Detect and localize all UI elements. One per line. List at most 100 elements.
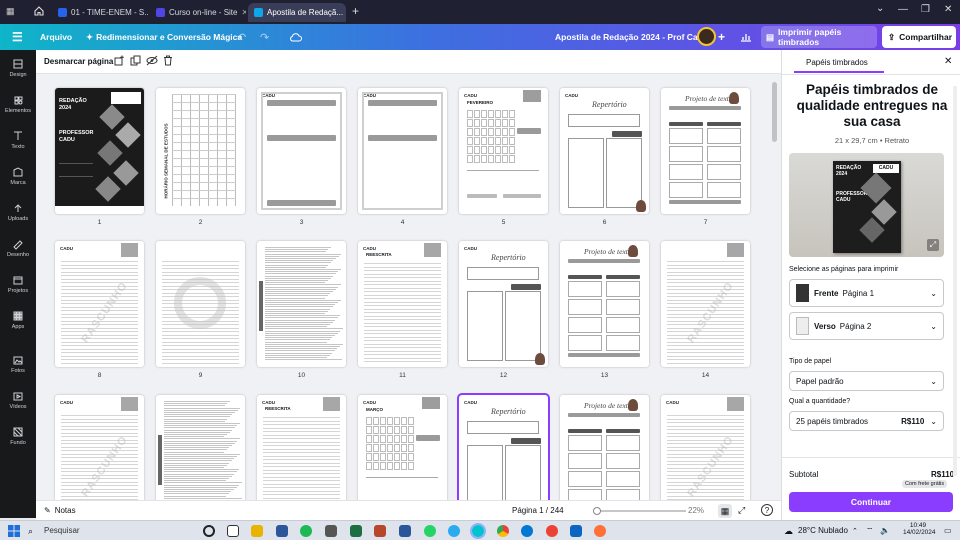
network-icon[interactable]: ⌔ (866, 526, 874, 536)
undo-icon[interactable]: ↶ (237, 24, 246, 50)
page-thumbnail[interactable]: HORÁRIO SEMANAL DE ESTUDOS (156, 88, 245, 214)
quantity-select[interactable]: 25 papéis timbrados R$110 ⌄ (789, 411, 944, 431)
page-thumbnail[interactable]: RASCUNHO (661, 241, 750, 367)
document-title[interactable]: Apostila de Redação 2024 - Prof Cadu (555, 24, 708, 50)
zoom-slider[interactable] (593, 507, 686, 515)
deselect-page-button[interactable]: Desmarcar página (44, 57, 113, 66)
rail-item-text[interactable]: Texto (0, 130, 36, 150)
page-thumbnail[interactable]: CADU REESCRITA (257, 395, 346, 500)
page-thumbnail[interactable]: CADU RASCUNHO (55, 241, 144, 367)
volume-icon[interactable]: 🔈 (880, 526, 890, 535)
duplicate-page-icon[interactable] (130, 55, 141, 69)
browser-tab-2[interactable]: Curso on-line - Site ✕ (150, 3, 246, 22)
print-button[interactable]: ▤ Imprimir papéis timbrados (761, 26, 877, 48)
scrollbar[interactable] (953, 86, 957, 476)
page-thumbnail[interactable]: CADU RASCUNHO (55, 395, 144, 500)
file-explorer-icon[interactable] (251, 525, 263, 537)
continue-button[interactable]: Continuar (789, 492, 953, 512)
maximize-icon[interactable]: ❐ (921, 4, 930, 15)
close-icon[interactable]: ✕ (241, 8, 246, 17)
edge-icon[interactable] (521, 525, 533, 537)
page-thumbnail[interactable]: CADU (358, 88, 447, 214)
magic-resize-button[interactable]: ✦ Redimensionar e Conversão Mágica (86, 24, 242, 50)
new-tab-button[interactable]: + (352, 4, 359, 18)
page-thumbnail[interactable]: CADU REESCRITA (358, 241, 447, 367)
page-thumbnail[interactable]: REDAÇÃO 2024 PROFESSOR CADU (55, 88, 144, 214)
page-thumbnail[interactable]: CADU MARÇO (358, 395, 447, 500)
redo-icon[interactable]: ↷ (260, 24, 269, 50)
zoom-handle[interactable] (593, 507, 601, 515)
page-thumbnail[interactable]: Projeto de texto (560, 395, 649, 500)
cortana-icon[interactable] (203, 525, 215, 537)
weather-text[interactable]: 28°C Nublado (798, 526, 848, 535)
add-page-icon[interactable] (114, 55, 125, 69)
page-thumbnail[interactable] (257, 241, 346, 367)
rail-item-background[interactable]: Fundo (0, 426, 36, 446)
rail-item-design[interactable]: Design (0, 58, 36, 78)
page-thumbnail[interactable]: Projeto de texto (661, 88, 750, 214)
tray-chevron-icon[interactable]: ⌃ (852, 527, 858, 535)
rail-item-photos[interactable]: Fotos (0, 354, 36, 374)
page-thumbnail[interactable]: CADU Repertório (560, 88, 649, 214)
firefox-icon[interactable] (594, 525, 606, 537)
page-indicator[interactable]: Página 1 / 244 (512, 506, 564, 515)
tab-letterhead[interactable]: Papéis timbrados (806, 58, 868, 67)
minimize-icon[interactable]: — (898, 4, 908, 15)
tab-list-icon[interactable]: ▦ (6, 6, 15, 17)
expand-icon[interactable]: ⤢ (927, 239, 939, 251)
rail-item-projects[interactable]: Projetos (0, 274, 36, 294)
back-page-select[interactable]: Verso Página 2 ⌄ (789, 312, 944, 340)
rail-item-brand[interactable]: Marca (0, 166, 36, 186)
page-thumbnail[interactable]: CADU Repertório (457, 393, 550, 500)
help-icon[interactable]: ? (761, 504, 773, 516)
rail-item-elements[interactable]: Elementos (0, 94, 36, 114)
taskbar-search[interactable]: Pesquisar (44, 526, 80, 535)
whatsapp-icon[interactable] (424, 525, 436, 537)
powerpoint-icon[interactable] (374, 525, 386, 537)
windows-start-icon[interactable] (8, 525, 20, 540)
share-button[interactable]: ⇪ Compartilhar (882, 26, 956, 48)
add-collaborator-button[interactable]: + (718, 24, 725, 50)
page-thumbnail[interactable]: Projeto de texto (560, 241, 649, 367)
chrome-icon[interactable] (497, 525, 509, 537)
page-thumbnail[interactable]: CADU RASCUNHO (661, 395, 750, 500)
browser-tab-1[interactable]: 01 - TIME-ENEM - S...✕ (52, 3, 148, 22)
word-icon[interactable] (399, 525, 411, 537)
paper-type-select[interactable]: Papel padrão ⌄ (789, 371, 944, 391)
close-icon[interactable]: ✕ (944, 56, 952, 67)
analytics-icon[interactable] (740, 24, 752, 50)
page-thumbnail[interactable] (156, 395, 245, 500)
app-icon[interactable] (325, 525, 337, 537)
browser-tab-3[interactable]: Apostila de Redaçã...✕ (248, 3, 346, 22)
page-thumbnail[interactable]: CADU Repertório (459, 241, 548, 367)
task-view-icon[interactable] (227, 525, 239, 537)
clock[interactable]: 10:49 14/02/2024 (903, 522, 936, 536)
app-icon[interactable] (570, 525, 582, 537)
notification-icon[interactable]: ▭ (944, 526, 952, 535)
rail-item-apps[interactable]: Apps (0, 310, 36, 330)
telegram-icon[interactable] (448, 525, 460, 537)
file-menu[interactable]: Arquivo (40, 24, 72, 50)
close-window-icon[interactable]: ✕ (944, 4, 952, 15)
search-icon[interactable]: ⌕ (28, 526, 33, 537)
home-icon[interactable] (33, 5, 45, 20)
page-thumbnail[interactable]: CADU FEVEREIRO (459, 88, 548, 214)
rail-item-uploads[interactable]: Uploads (0, 202, 36, 222)
fullscreen-icon[interactable]: ⤢ (738, 505, 745, 516)
app-icon[interactable] (276, 525, 288, 537)
zoom-level[interactable]: 22% (688, 506, 704, 515)
scrollbar[interactable] (772, 82, 777, 142)
hide-page-icon[interactable] (146, 55, 158, 69)
menu-icon[interactable]: ☰ (12, 24, 23, 50)
notes-button[interactable]: ✎ Notas (44, 506, 76, 515)
front-page-select[interactable]: Frente Página 1 ⌄ (789, 279, 944, 307)
page-thumbnail[interactable]: CADU (257, 88, 346, 214)
spotify-icon[interactable] (300, 525, 312, 537)
avatar[interactable] (697, 27, 716, 46)
chevron-down-icon[interactable]: ⌄ (876, 3, 884, 14)
grid-view-icon[interactable]: ▦ (718, 504, 732, 518)
canva-icon[interactable] (470, 523, 486, 539)
cloud-icon[interactable] (289, 24, 302, 50)
trash-icon[interactable] (163, 55, 173, 69)
app-icon[interactable] (546, 525, 558, 537)
